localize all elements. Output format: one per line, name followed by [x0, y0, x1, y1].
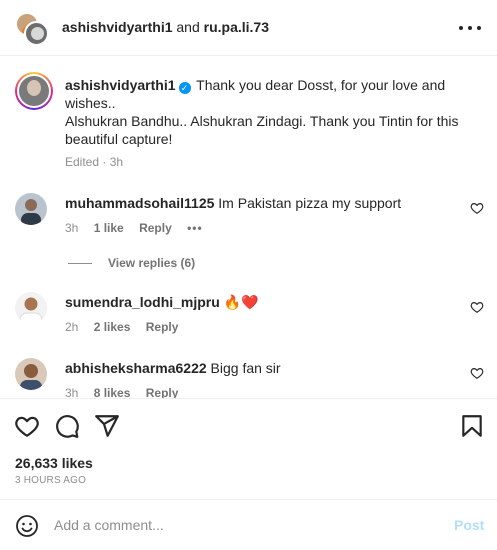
avatar [24, 21, 49, 46]
comment-body: Im Pakistan pizza my support [218, 195, 402, 211]
post-button[interactable]: Post [454, 517, 484, 533]
comment-more-icon[interactable]: ••• [187, 221, 203, 235]
caption-text: ashishvidyarthi1 ✓ Thank you dear Dosst, … [65, 76, 485, 148]
view-replies-label: View replies (6) [108, 256, 196, 270]
comment-meta: 2h 2 likes Reply [65, 320, 190, 334]
caption-username[interactable]: ashishvidyarthi1 [65, 77, 176, 93]
add-comment-bar: Post [0, 499, 497, 550]
header-and-label: and [176, 19, 200, 35]
comment-likes[interactable]: 2 likes [94, 320, 131, 334]
comment-body: 🔥❤️ [223, 294, 259, 310]
header-usernames: ashishvidyarthi1 and ru.pa.li.73 [62, 19, 269, 35]
like-count[interactable]: 26,633 likes [15, 455, 93, 471]
comment-username[interactable]: muhammadsohail1125 [65, 195, 214, 211]
avatar[interactable] [15, 193, 47, 225]
caption-meta: Edited · 3h [65, 155, 124, 169]
caption-avatar[interactable] [15, 72, 53, 110]
heart-icon[interactable] [470, 366, 484, 380]
comment-likes[interactable]: 8 likes [94, 386, 131, 398]
comment-likes[interactable]: 1 like [94, 221, 124, 235]
comment-time: 2h [65, 320, 79, 334]
comment-icon[interactable] [54, 413, 80, 439]
view-replies-button[interactable]: View replies (6) [68, 256, 195, 270]
share-icon[interactable] [94, 413, 120, 439]
comment-username[interactable]: sumendra_lodhi_mjpru [65, 294, 220, 310]
like-heart-icon[interactable] [14, 413, 40, 439]
comment-username[interactable]: abhisheksharma6222 [65, 360, 207, 376]
verified-badge-icon: ✓ [178, 82, 191, 94]
comment-meta: 3h 1 like Reply ••• [65, 221, 215, 235]
comment-body: Bigg fan sir [210, 360, 281, 376]
post-timestamp: 3 HOURS AGO [15, 475, 87, 486]
caption-line-2: Alshukran Bandhu.. Alshukran Zindagi. Th… [65, 113, 459, 147]
divider [68, 263, 92, 265]
emoji-icon[interactable] [15, 514, 39, 538]
comment-text: abhisheksharma6222 Bigg fan sir [65, 360, 281, 376]
comment-time: 3h [65, 386, 79, 398]
comment-clip: abhisheksharma6222 Bigg fan sir 3h 8 lik… [0, 356, 497, 398]
comment-meta: 3h 8 likes Reply [65, 386, 190, 398]
header-user-link[interactable]: ru.pa.li.73 [204, 19, 269, 35]
comment-text: muhammadsohail1125 Im Pakistan pizza my … [65, 195, 401, 211]
reply-button[interactable]: Reply [139, 221, 172, 235]
collab-avatars[interactable] [15, 12, 49, 46]
heart-icon[interactable] [470, 300, 484, 314]
reply-button[interactable]: Reply [146, 320, 179, 334]
comment-time: 3h [65, 221, 79, 235]
bookmark-icon[interactable] [459, 413, 485, 439]
post-actions: 26,633 likes 3 HOURS AGO Post [0, 398, 497, 550]
header-user-link[interactable]: ashishvidyarthi1 [62, 19, 173, 35]
avatar[interactable] [15, 292, 47, 324]
heart-icon[interactable] [470, 201, 484, 215]
comment-input[interactable] [54, 515, 434, 535]
reply-button[interactable]: Reply [146, 386, 179, 398]
avatar[interactable] [15, 358, 47, 390]
post-header: ashishvidyarthi1 and ru.pa.li.73 [0, 0, 497, 56]
more-options-icon[interactable] [459, 18, 481, 38]
comment-text: sumendra_lodhi_mjpru 🔥❤️ [65, 294, 259, 311]
